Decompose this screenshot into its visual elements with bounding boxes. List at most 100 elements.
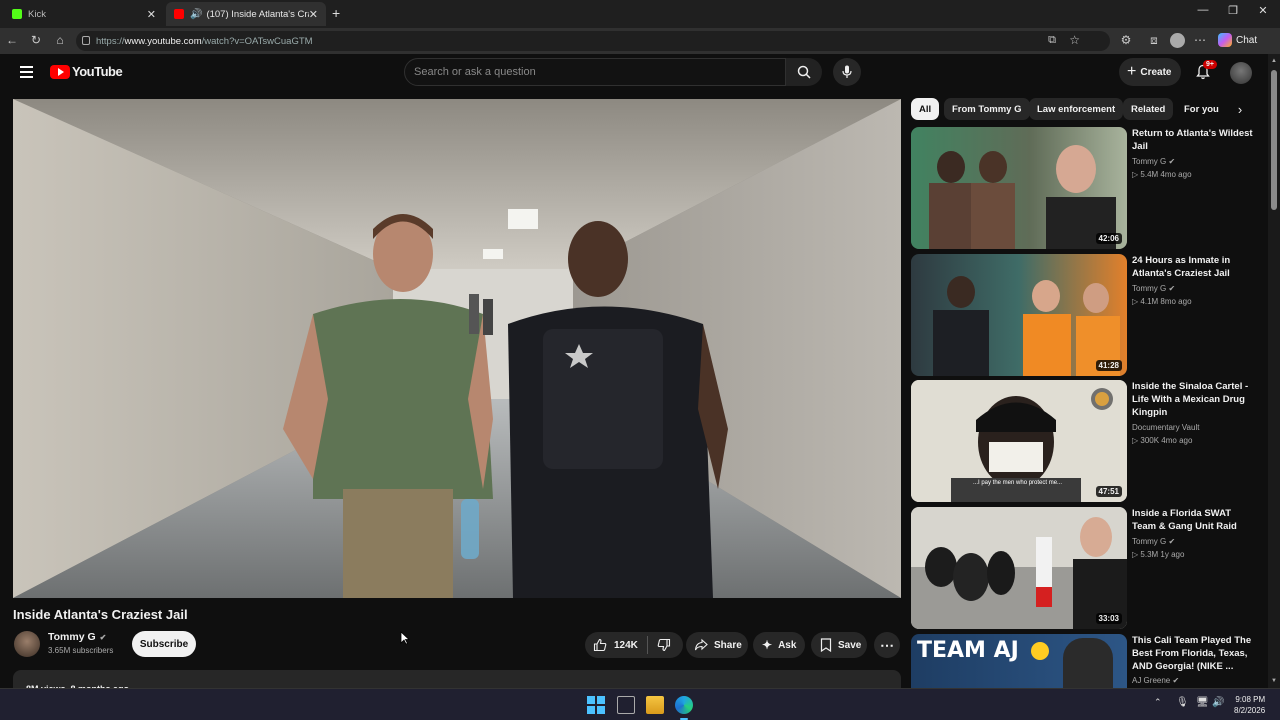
favorite-star-icon[interactable]: ☆ <box>1069 33 1080 47</box>
page-scrollbar[interactable]: ▲ ▼ <box>1268 54 1280 688</box>
hamburger-menu-icon[interactable] <box>20 66 33 78</box>
scrollbar-thumb[interactable] <box>1271 70 1277 210</box>
chips-next-icon[interactable]: › <box>1228 98 1252 120</box>
description-box[interactable]: 8M views 8 months ago <box>13 670 901 694</box>
recommendation-meta: ▷ 5.3M 1y ago <box>1132 550 1185 559</box>
verified-check-icon: ✔ <box>1172 676 1180 685</box>
network-icon[interactable]: 🖥 <box>1196 697 1209 708</box>
sparkle-icon: ✦ <box>762 638 773 652</box>
close-tab-icon[interactable]: ✕ <box>309 8 318 21</box>
emoji-face-icon <box>1031 642 1049 660</box>
windows-start-icon[interactable] <box>587 696 605 714</box>
account-avatar[interactable] <box>1230 62 1252 84</box>
views-icon: ▷ <box>1132 170 1139 179</box>
video-thumbnail[interactable]: 41:28 <box>911 254 1127 376</box>
recommendation-item[interactable]: 42:06 Return to Atlanta's Wildest Jail T… <box>911 127 1256 249</box>
like-button[interactable]: 124K <box>593 638 638 652</box>
search-button[interactable] <box>786 58 822 86</box>
video-player[interactable] <box>13 99 901 598</box>
video-duration: 41:28 <box>1095 360 1122 371</box>
video-thumbnail[interactable]: ...I pay the men who protect me... 47:51 <box>911 380 1127 502</box>
copilot-icon <box>1218 33 1232 47</box>
minimize-icon[interactable]: — <box>1188 4 1218 16</box>
task-view-icon[interactable] <box>617 696 635 714</box>
chip-all[interactable]: All <box>911 98 940 120</box>
channel-avatar[interactable] <box>14 631 40 657</box>
share-button[interactable]: Share <box>686 632 748 658</box>
notifications-button[interactable]: 9+ <box>1195 60 1217 85</box>
clock-date: 8/2/2026 <box>1234 706 1266 715</box>
more-actions-button[interactable]: ⋯ <box>874 632 900 658</box>
tab-youtube[interactable]: 🔊 (107) Inside Atlanta's Craziest ✕ <box>166 2 326 26</box>
back-icon[interactable]: ← <box>4 33 20 47</box>
channel-name: Tommy G <box>48 631 96 643</box>
verified-check-icon: ✔ <box>1168 157 1176 166</box>
url-host: www.youtube.com <box>124 35 202 47</box>
volume-icon[interactable]: 🔊 <box>1212 697 1224 708</box>
new-tab-button[interactable]: + <box>332 5 340 21</box>
copilot-chat-button[interactable]: Chat <box>1218 33 1257 47</box>
video-thumbnail[interactable]: 42:06 <box>911 127 1127 249</box>
thumbs-down-icon <box>657 638 670 652</box>
profile-avatar-icon[interactable] <box>1170 33 1185 48</box>
microphone-tray-icon[interactable]: 🎙 <box>1176 697 1189 708</box>
windows-taskbar: ⌃ 🎙 🖥 🔊 9:08 PM 8/2/2026 <box>0 688 1280 720</box>
site-info-icon[interactable] <box>82 36 90 45</box>
divider <box>646 636 648 654</box>
url-path: /watch?v=OATswCuaGTM <box>201 35 313 47</box>
verified-check-icon: ✔ <box>99 632 107 642</box>
recommendation-item[interactable]: ...I pay the men who protect me... 47:51… <box>911 380 1256 502</box>
subscribe-button[interactable]: Subscribe <box>132 631 196 657</box>
search-input[interactable]: Search or ask a question <box>404 58 786 86</box>
youtube-logo[interactable]: YouTube <box>50 64 123 79</box>
more-horizontal-icon: ⋯ <box>880 636 894 653</box>
save-label: Save <box>838 639 862 651</box>
voice-search-button[interactable] <box>833 58 861 86</box>
chip-related[interactable]: Related <box>1123 98 1174 120</box>
kick-favicon-icon <box>12 9 22 19</box>
edge-browser-icon[interactable] <box>675 696 693 714</box>
verified-check-icon: ✔ <box>1168 284 1176 293</box>
save-button[interactable]: Save <box>811 632 867 658</box>
bookmark-icon <box>820 638 832 652</box>
scroll-down-icon[interactable]: ▼ <box>1271 678 1277 684</box>
notification-badge: 9+ <box>1203 60 1217 69</box>
tray-overflow-icon[interactable]: ⌃ <box>1154 697 1162 708</box>
chip-law-enforcement[interactable]: Law enforcement <box>1029 98 1124 120</box>
recommendation-item[interactable]: 33:03 Inside a Florida SWAT Team & Gang … <box>911 507 1256 629</box>
ask-button[interactable]: ✦ Ask <box>753 632 805 658</box>
browser-toolbar: ← ↻ ⌂ https://www.youtube.com/watch?v=OA… <box>0 28 1280 54</box>
recommendation-item[interactable]: 41:28 24 Hours as Inmate in Atlanta's Cr… <box>911 254 1256 376</box>
views-icon: ▷ <box>1132 297 1139 306</box>
scroll-up-icon[interactable]: ▲ <box>1271 58 1277 64</box>
share-arrow-icon <box>694 638 708 651</box>
mouse-cursor-icon <box>400 631 410 645</box>
close-tab-icon[interactable]: ✕ <box>147 8 156 21</box>
chip-for-you[interactable]: For you <box>1176 98 1227 120</box>
clock[interactable]: 9:08 PM 8/2/2026 <box>1234 694 1265 716</box>
views-icon: ▷ <box>1132 550 1139 559</box>
more-menu-icon[interactable]: ⋯ <box>1192 33 1208 47</box>
channel-name-link[interactable]: Tommy G ✔ <box>48 631 106 643</box>
recommendation-item[interactable]: TEAM AJ This Cali Team Played The Best F… <box>911 634 1256 688</box>
address-bar[interactable]: https://www.youtube.com/watch?v=OATswCua… <box>76 31 1110 51</box>
dislike-button[interactable] <box>657 638 671 652</box>
file-explorer-icon[interactable] <box>646 696 664 714</box>
reload-icon[interactable]: ↻ <box>28 33 44 47</box>
video-thumbnail[interactable]: 33:03 <box>911 507 1127 629</box>
tab-kick[interactable]: Kick ✕ <box>4 2 164 26</box>
restore-icon[interactable]: ❐ <box>1218 4 1248 17</box>
speaker-icon[interactable]: 🔊 <box>190 9 202 20</box>
reader-view-icon[interactable]: ⧉ <box>1048 34 1056 47</box>
views-icon: ▷ <box>1132 436 1139 445</box>
create-button[interactable]: + Create <box>1119 58 1181 86</box>
chip-from-tommy-g[interactable]: From Tommy G <box>944 98 1030 120</box>
extensions-icon[interactable]: ⚙ <box>1118 33 1134 47</box>
plus-icon: + <box>1127 63 1137 80</box>
recommendation-title: 24 Hours as Inmate in Atlanta's Craziest… <box>1132 255 1231 279</box>
like-dislike-group: 124K <box>585 632 683 658</box>
collections-icon[interactable]: ⧈ <box>1146 33 1162 48</box>
video-thumbnail[interactable]: TEAM AJ <box>911 634 1127 688</box>
close-window-icon[interactable]: ✕ <box>1248 4 1278 17</box>
home-icon[interactable]: ⌂ <box>52 33 68 47</box>
